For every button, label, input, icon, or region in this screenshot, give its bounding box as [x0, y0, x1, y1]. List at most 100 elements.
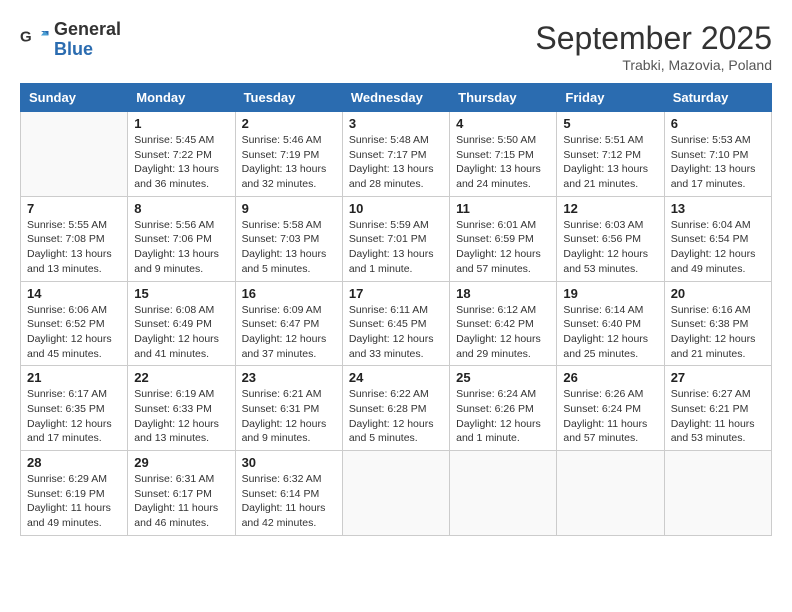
day-number: 6: [671, 116, 765, 131]
day-info: Sunrise: 6:12 AMSunset: 6:42 PMDaylight:…: [456, 303, 550, 362]
day-number: 21: [27, 370, 121, 385]
calendar-cell: 27 Sunrise: 6:27 AMSunset: 6:21 PMDayligh…: [664, 366, 771, 451]
svg-text:G: G: [20, 28, 32, 45]
day-info: Sunrise: 5:51 AMSunset: 7:12 PMDaylight:…: [563, 133, 657, 192]
day-info: Sunrise: 5:59 AMSunset: 7:01 PMDaylight:…: [349, 218, 443, 277]
day-number: 26: [563, 370, 657, 385]
calendar-cell: 9Sunrise: 5:58 AMSunset: 7:03 PMDaylight…: [235, 196, 342, 281]
day-number: 10: [349, 201, 443, 216]
day-number: 1: [134, 116, 228, 131]
calendar-cell: [21, 112, 128, 197]
calendar-cell: 28Sunrise: 6:29 AMSunset: 6:19 PMDayligh…: [21, 451, 128, 536]
calendar-cell: [450, 451, 557, 536]
calendar-week-row: 1 Sunrise: 5:45 AMSunset: 7:22 PMDaylight…: [21, 112, 772, 197]
day-number: 22: [134, 370, 228, 385]
calendar-cell: 10 Sunrise: 5:59 AMSunset: 7:01 PMDayligh…: [342, 196, 449, 281]
calendar-week-row: 21 Sunrise: 6:17 AMSunset: 6:35 PMDayligh…: [21, 366, 772, 451]
day-number: 15: [134, 286, 228, 301]
weekday-header: Saturday: [664, 84, 771, 112]
calendar-cell: 20 Sunrise: 6:16 AMSunset: 6:38 PMDayligh…: [664, 281, 771, 366]
day-info: Sunrise: 5:56 AMSunset: 7:06 PMDaylight:…: [134, 218, 228, 277]
day-info: Sunrise: 5:50 AMSunset: 7:15 PMDaylight:…: [456, 133, 550, 192]
calendar-cell: [557, 451, 664, 536]
calendar-cell: 22 Sunrise: 6:19 AMSunset: 6:33 PMDayligh…: [128, 366, 235, 451]
calendar-table: SundayMondayTuesdayWednesdayThursdayFrid…: [20, 83, 772, 536]
calendar-cell: 29 Sunrise: 6:31 AMSunset: 6:17 PMDayligh…: [128, 451, 235, 536]
day-info: Sunrise: 6:17 AMSunset: 6:35 PMDaylight:…: [27, 387, 121, 446]
day-info: Sunrise: 6:04 AMSunset: 6:54 PMDaylight:…: [671, 218, 765, 277]
day-info: Sunrise: 6:19 AMSunset: 6:33 PMDaylight:…: [134, 387, 228, 446]
day-number: 18: [456, 286, 550, 301]
calendar-cell: 19Sunrise: 6:14 AMSunset: 6:40 PMDayligh…: [557, 281, 664, 366]
day-info: Sunrise: 5:46 AMSunset: 7:19 PMDaylight:…: [242, 133, 336, 192]
day-number: 14: [27, 286, 121, 301]
calendar-week-row: 14 Sunrise: 6:06 AMSunset: 6:52 PMDayligh…: [21, 281, 772, 366]
calendar-cell: 26Sunrise: 6:26 AMSunset: 6:24 PMDayligh…: [557, 366, 664, 451]
logo: G General Blue: [20, 20, 121, 60]
day-info: Sunrise: 5:55 AMSunset: 7:08 PMDaylight:…: [27, 218, 121, 277]
day-info: Sunrise: 6:32 AMSunset: 6:14 PMDaylight:…: [242, 472, 336, 531]
day-number: 4: [456, 116, 550, 131]
day-number: 7: [27, 201, 121, 216]
location: Trabki, Mazovia, Poland: [535, 57, 772, 73]
calendar-cell: 8 Sunrise: 5:56 AMSunset: 7:06 PMDaylight…: [128, 196, 235, 281]
day-info: Sunrise: 6:08 AMSunset: 6:49 PMDaylight:…: [134, 303, 228, 362]
day-number: 16: [242, 286, 336, 301]
day-info: Sunrise: 6:11 AMSunset: 6:45 PMDaylight:…: [349, 303, 443, 362]
calendar-cell: 11Sunrise: 6:01 AMSunset: 6:59 PMDayligh…: [450, 196, 557, 281]
logo-icon: G: [20, 25, 50, 55]
page-header: G General Blue September 2025 Trabki, Ma…: [20, 20, 772, 73]
calendar-week-row: 7 Sunrise: 5:55 AMSunset: 7:08 PMDaylight…: [21, 196, 772, 281]
day-info: Sunrise: 6:03 AMSunset: 6:56 PMDaylight:…: [563, 218, 657, 277]
calendar-cell: 5 Sunrise: 5:51 AMSunset: 7:12 PMDaylight…: [557, 112, 664, 197]
calendar-cell: 13 Sunrise: 6:04 AMSunset: 6:54 PMDayligh…: [664, 196, 771, 281]
calendar-cell: 1 Sunrise: 5:45 AMSunset: 7:22 PMDaylight…: [128, 112, 235, 197]
day-number: 23: [242, 370, 336, 385]
day-info: Sunrise: 5:58 AMSunset: 7:03 PMDaylight:…: [242, 218, 336, 277]
day-number: 12: [563, 201, 657, 216]
day-number: 11: [456, 201, 550, 216]
day-number: 5: [563, 116, 657, 131]
calendar-cell: 17 Sunrise: 6:11 AMSunset: 6:45 PMDayligh…: [342, 281, 449, 366]
title-block: September 2025 Trabki, Mazovia, Poland: [535, 20, 772, 73]
day-number: 20: [671, 286, 765, 301]
weekday-header: Wednesday: [342, 84, 449, 112]
day-number: 8: [134, 201, 228, 216]
calendar-cell: 3Sunrise: 5:48 AMSunset: 7:17 PMDaylight…: [342, 112, 449, 197]
calendar-cell: 25 Sunrise: 6:24 AMSunset: 6:26 PMDayligh…: [450, 366, 557, 451]
weekday-header: Monday: [128, 84, 235, 112]
logo-blue: Blue: [54, 39, 93, 59]
calendar-cell: 30Sunrise: 6:32 AMSunset: 6:14 PMDayligh…: [235, 451, 342, 536]
day-info: Sunrise: 5:48 AMSunset: 7:17 PMDaylight:…: [349, 133, 443, 192]
day-info: Sunrise: 6:31 AMSunset: 6:17 PMDaylight:…: [134, 472, 228, 531]
weekday-header: Thursday: [450, 84, 557, 112]
day-number: 28: [27, 455, 121, 470]
day-number: 13: [671, 201, 765, 216]
day-info: Sunrise: 5:45 AMSunset: 7:22 PMDaylight:…: [134, 133, 228, 192]
day-number: 24: [349, 370, 443, 385]
day-number: 25: [456, 370, 550, 385]
calendar-cell: [664, 451, 771, 536]
calendar-cell: 16Sunrise: 6:09 AMSunset: 6:47 PMDayligh…: [235, 281, 342, 366]
day-info: Sunrise: 6:27 AMSunset: 6:21 PMDaylight:…: [671, 387, 765, 446]
calendar-cell: 12 Sunrise: 6:03 AMSunset: 6:56 PMDayligh…: [557, 196, 664, 281]
month-title: September 2025: [535, 20, 772, 57]
calendar-cell: 14 Sunrise: 6:06 AMSunset: 6:52 PMDayligh…: [21, 281, 128, 366]
weekday-header: Friday: [557, 84, 664, 112]
calendar-cell: 21 Sunrise: 6:17 AMSunset: 6:35 PMDayligh…: [21, 366, 128, 451]
day-info: Sunrise: 6:22 AMSunset: 6:28 PMDaylight:…: [349, 387, 443, 446]
calendar-cell: 4 Sunrise: 5:50 AMSunset: 7:15 PMDaylight…: [450, 112, 557, 197]
calendar-week-row: 28Sunrise: 6:29 AMSunset: 6:19 PMDayligh…: [21, 451, 772, 536]
day-info: Sunrise: 6:24 AMSunset: 6:26 PMDaylight:…: [456, 387, 550, 446]
calendar-cell: 15 Sunrise: 6:08 AMSunset: 6:49 PMDayligh…: [128, 281, 235, 366]
day-info: Sunrise: 6:14 AMSunset: 6:40 PMDaylight:…: [563, 303, 657, 362]
calendar-cell: 24 Sunrise: 6:22 AMSunset: 6:28 PMDayligh…: [342, 366, 449, 451]
day-number: 17: [349, 286, 443, 301]
day-number: 27: [671, 370, 765, 385]
weekday-header: Tuesday: [235, 84, 342, 112]
calendar-cell: [342, 451, 449, 536]
day-number: 29: [134, 455, 228, 470]
day-info: Sunrise: 6:16 AMSunset: 6:38 PMDaylight:…: [671, 303, 765, 362]
calendar-cell: 6Sunrise: 5:53 AMSunset: 7:10 PMDaylight…: [664, 112, 771, 197]
day-info: Sunrise: 6:06 AMSunset: 6:52 PMDaylight:…: [27, 303, 121, 362]
